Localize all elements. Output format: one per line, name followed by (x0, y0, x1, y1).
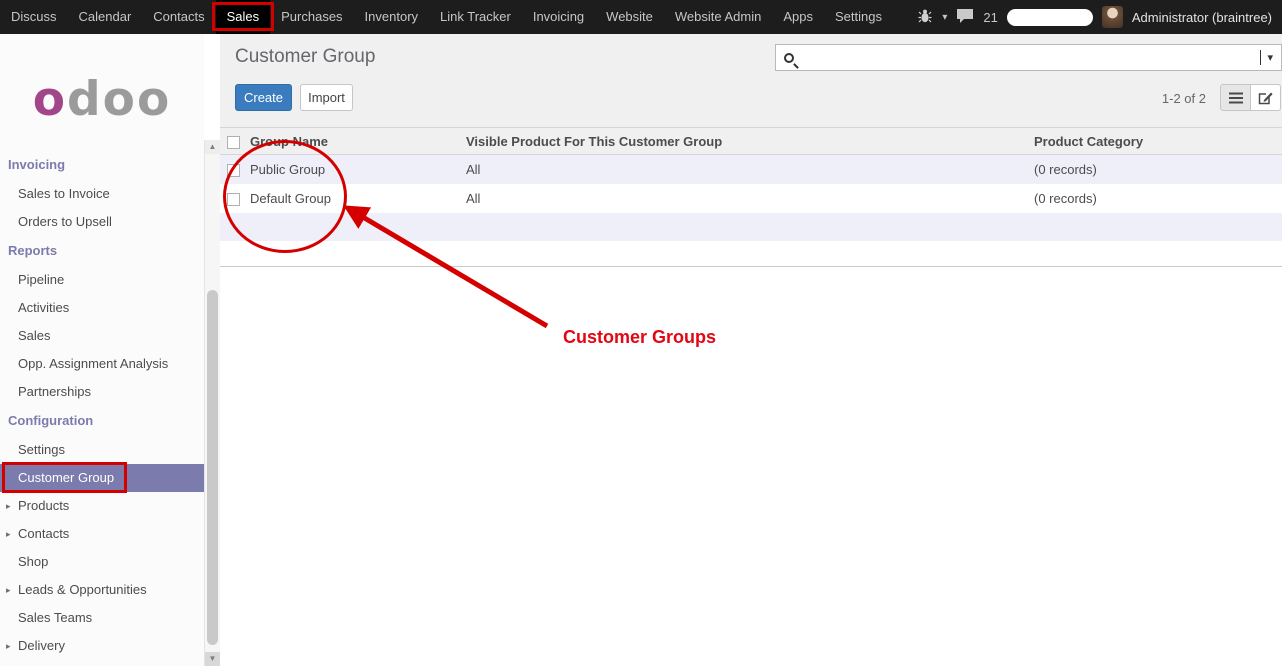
expand-arrow-icon[interactable]: ▸ (6, 576, 11, 604)
table-header-row: Group Name Visible Product For This Cust… (220, 127, 1282, 155)
sidebar-item-settings[interactable]: Settings (0, 436, 204, 464)
pager: 1-2 of 2 (1162, 91, 1206, 106)
expand-arrow-icon[interactable]: ▸ (6, 492, 11, 520)
scrollbar-thumb[interactable] (207, 290, 218, 645)
app-logo-first-letter: o (33, 72, 67, 127)
sidebar-section-reports: Reports (0, 236, 204, 266)
sidebar-item-sales[interactable]: Sales (0, 322, 204, 350)
sidebar-item-customer-group-label: Customer Group (18, 470, 114, 485)
search-input[interactable] (804, 48, 1262, 68)
topbar-item-sales[interactable]: Sales (216, 0, 271, 34)
messages-icon[interactable] (956, 8, 974, 27)
app-logo: odoo (0, 74, 204, 126)
sidebar-scrollbar[interactable]: ▲ ▼ (204, 140, 220, 666)
cell-visible-product: All (462, 162, 1030, 177)
topbar-item-website[interactable]: Website (595, 0, 664, 34)
import-button[interactable]: Import (300, 84, 353, 111)
form-view-button[interactable] (1250, 84, 1281, 111)
sidebar-item-sales-teams[interactable]: Sales Teams (0, 604, 204, 632)
empty-filler-row (220, 213, 1282, 241)
search-icon[interactable] (784, 53, 794, 63)
sidebar-item-delivery[interactable]: ▸ Delivery (0, 632, 204, 660)
app-logo-rest: doo (67, 72, 171, 127)
main-content: Customer Group ▾ Create Import 1-2 of 2 (220, 34, 1282, 666)
control-panel: Customer Group ▾ Create Import 1-2 of 2 (220, 34, 1282, 127)
topbar-item-purchases[interactable]: Purchases (270, 0, 353, 34)
row-checkbox[interactable] (227, 164, 240, 177)
topbar-right-tools: ▾ 21 Administrator (braintree) (917, 6, 1282, 28)
messages-count-badge: 21 (983, 10, 997, 25)
create-button[interactable]: Create (235, 84, 292, 111)
list-view-button[interactable] (1220, 84, 1251, 111)
list-icon (1229, 92, 1243, 104)
select-all-checkbox[interactable] (227, 136, 240, 149)
column-header-group-name[interactable]: Group Name (246, 134, 462, 149)
column-header-product-category[interactable]: Product Category (1030, 134, 1282, 149)
topbar-item-settings[interactable]: Settings (824, 0, 893, 34)
topbar-item-inventory[interactable]: Inventory (354, 0, 429, 34)
topbar-item-contacts[interactable]: Contacts (142, 0, 215, 34)
page-title: Customer Group (235, 46, 375, 68)
edit-icon (1258, 91, 1273, 105)
list-bottom-spacer (220, 241, 1282, 267)
debug-caret-icon[interactable]: ▾ (942, 12, 947, 23)
scroll-up-button[interactable]: ▲ (205, 140, 220, 154)
topbar-item-invoicing[interactable]: Invoicing (522, 0, 595, 34)
topbar-item-calendar[interactable]: Calendar (68, 0, 143, 34)
topbar-item-website-admin[interactable]: Website Admin (664, 0, 772, 34)
scroll-down-button[interactable]: ▼ (205, 652, 220, 666)
sidebar-item-delivery-label: Delivery (18, 638, 65, 653)
sidebar-item-products[interactable]: ▸ Products (0, 492, 204, 520)
topbar-item-apps[interactable]: Apps (772, 0, 824, 34)
sidebar-item-orders-to-upsell[interactable]: Orders to Upsell (0, 208, 204, 236)
sidebar-item-partnerships[interactable]: Partnerships (0, 378, 204, 406)
row-checkbox[interactable] (227, 193, 240, 206)
search-box: ▾ (775, 44, 1282, 71)
expand-arrow-icon[interactable]: ▸ (6, 632, 11, 660)
cell-group-name: Default Group (246, 191, 462, 206)
sidebar-section-configuration: Configuration (0, 406, 204, 436)
table-row[interactable]: Default Group All (0 records) (220, 184, 1282, 213)
sidebar-item-opp-assignment-analysis[interactable]: Opp. Assignment Analysis (0, 350, 204, 378)
cell-product-category: (0 records) (1030, 191, 1282, 206)
search-dropdown-toggle-icon[interactable]: ▾ (1261, 51, 1273, 64)
topbar-item-discuss[interactable]: Discuss (0, 0, 68, 34)
subscription-progress-pill[interactable] (1007, 9, 1093, 26)
bug-icon[interactable] (917, 9, 933, 26)
cell-visible-product: All (462, 191, 1030, 206)
sidebar-item-activities[interactable]: Activities (0, 294, 204, 322)
view-switcher (1220, 84, 1281, 111)
topbar-item-link-tracker[interactable]: Link Tracker (429, 0, 522, 34)
sidebar-item-pipeline[interactable]: Pipeline (0, 266, 204, 294)
sidebar-item-leads-label: Leads & Opportunities (18, 582, 147, 597)
table-row[interactable]: Public Group All (0 records) (220, 155, 1282, 184)
sidebar-item-sales-to-invoice[interactable]: Sales to Invoice (0, 180, 204, 208)
sidebar-item-contacts[interactable]: ▸ Contacts (0, 520, 204, 548)
list-table: Group Name Visible Product For This Cust… (220, 127, 1282, 267)
cell-group-name: Public Group (246, 162, 462, 177)
sidebar-menu-tree: Invoicing Sales to Invoice Orders to Ups… (0, 150, 204, 660)
sidebar: odoo Invoicing Sales to Invoice Orders t… (0, 34, 204, 666)
user-menu[interactable]: Administrator (braintree) (1132, 10, 1272, 25)
sidebar-item-customer-group[interactable]: Customer Group (0, 464, 204, 492)
expand-arrow-icon[interactable]: ▸ (6, 520, 11, 548)
user-avatar[interactable] (1102, 6, 1123, 28)
sidebar-item-leads-opportunities[interactable]: ▸ Leads & Opportunities (0, 576, 204, 604)
sidebar-item-products-label: Products (18, 498, 69, 513)
cell-product-category: (0 records) (1030, 162, 1282, 177)
topbar: Discuss Calendar Contacts Sales Purchase… (0, 0, 1282, 34)
sidebar-section-invoicing: Invoicing (0, 150, 204, 180)
sidebar-item-contacts-label: Contacts (18, 526, 69, 541)
sidebar-item-shop[interactable]: Shop (0, 548, 204, 576)
topbar-item-sales-label: Sales (227, 9, 260, 24)
column-header-visible-product[interactable]: Visible Product For This Customer Group (462, 134, 1030, 149)
